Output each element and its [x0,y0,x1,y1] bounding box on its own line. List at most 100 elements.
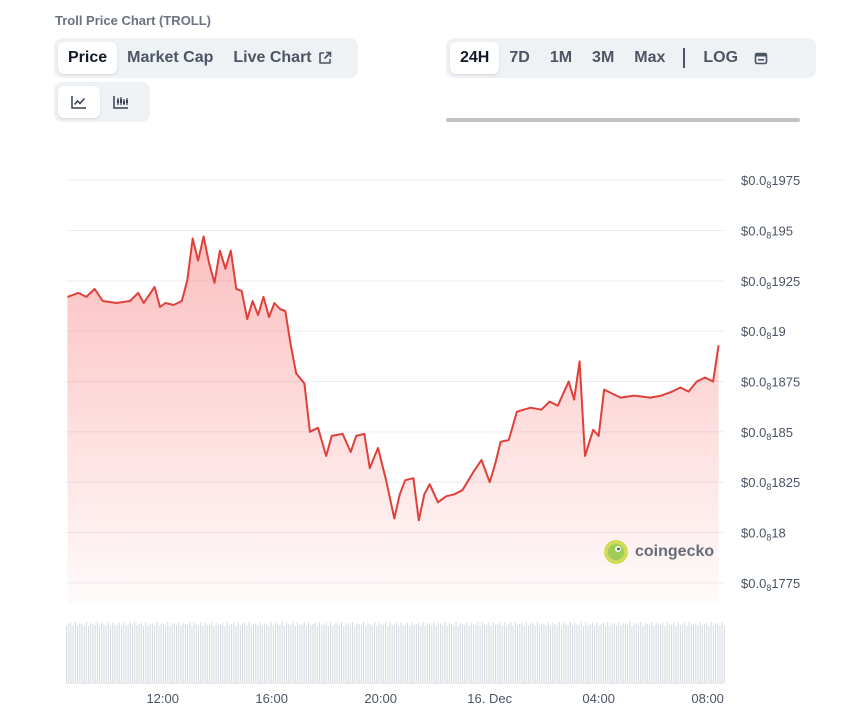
volume-bar [101,622,103,682]
volume-bar [567,624,569,682]
volume-bar [343,625,345,682]
volume-bar [684,622,686,682]
volume-bar [638,625,640,682]
volume-bar [66,625,68,682]
volume-bar [162,623,164,682]
volume-bar [627,625,629,682]
volume-bar [455,622,457,682]
y-tick-label: $0.08185 [741,425,793,442]
volume-bar [486,624,488,682]
volume-bar [468,625,470,682]
volume-bar [173,623,175,682]
volume-bar [459,622,461,682]
volume-bar [609,625,611,682]
volume-bar [301,624,303,682]
volume-bar [160,623,162,682]
volume-bar [644,622,646,682]
volume-bar [495,624,497,682]
volume-bar [99,625,101,682]
volume-bar [385,622,387,682]
volume-bar [235,625,237,682]
volume-bar [391,624,393,682]
volume-bar [70,623,72,682]
volume-bar [660,624,662,682]
volume-bar [686,626,688,682]
volume-bar [587,624,589,682]
volume-bar [473,624,475,682]
volume-bar [517,625,519,682]
volume-bar [365,625,367,682]
volume-bar [470,622,472,682]
volume-bar [572,626,574,682]
volume-bar [721,622,723,682]
volume-bar [404,624,406,682]
volume-bar [710,622,712,682]
volume-bar [191,625,193,682]
volume-bar [565,624,567,682]
volume-bar [327,625,329,682]
volume-bar [677,622,679,682]
y-tick-label: $0.0818 [741,526,786,543]
volume-bar [701,625,703,682]
volume-bar [349,625,351,682]
volume-bar [268,625,270,682]
volume-bar [633,623,635,682]
volume-bar [497,624,499,682]
volume-bar [413,625,415,682]
x-tick-label: 16. Dec [467,691,512,706]
volume-bar [323,624,325,682]
volume-bar [389,622,391,682]
price-chart[interactable]: $0.081975 $0.08195 $0.081925 $0.0819 $0.0818… [0,0,868,720]
volume-bar [558,622,560,682]
volume-bar [519,623,521,682]
volume-bar [275,622,277,682]
volume-bar [358,623,360,682]
volume-bar [360,625,362,682]
volume-bar [635,623,637,682]
x-tick-label: 08:00 [691,691,724,706]
volume-bar [319,622,321,682]
volume-bar [457,625,459,682]
volume-bar [484,624,486,682]
volume-bar [90,622,92,682]
volume-bar [411,622,413,682]
volume-bar [528,625,530,682]
volume-bar [352,622,354,682]
volume-bar [503,622,505,682]
volume-bar [693,624,695,682]
volume-bar [574,622,576,682]
volume-bar [433,622,435,682]
y-tick-label: $0.081925 [741,274,800,291]
y-tick-label: $0.081975 [741,173,800,190]
volume-bar [103,624,105,682]
volume-bar [286,622,288,682]
volume-bar [671,624,673,682]
volume-bar [299,624,301,682]
volume-bar [407,622,409,682]
volume-bar [261,625,263,682]
volume-bar [202,626,204,682]
volume-bar [74,622,76,682]
volume-bar [501,626,503,682]
volume-bar [72,625,74,682]
volume-bar [589,624,591,682]
volume-bar [708,625,710,682]
volume-bar [466,622,468,682]
volume-bar [646,624,648,682]
volume-bar [92,624,94,682]
volume-bar [543,623,545,682]
volume-bar [550,625,552,682]
volume-bar [424,625,426,682]
volume-bar [239,625,241,682]
volume-bar [561,625,563,682]
volume-bar [585,622,587,682]
x-tick-label: 20:00 [364,691,397,706]
volume-bar [554,624,556,682]
volume-bar [116,624,118,682]
volume-bar [341,622,343,682]
volume-bar [178,622,180,682]
volume-bar [578,624,580,682]
volume-bar [180,625,182,682]
volume-bar [259,622,261,682]
volume-bar [429,623,431,682]
